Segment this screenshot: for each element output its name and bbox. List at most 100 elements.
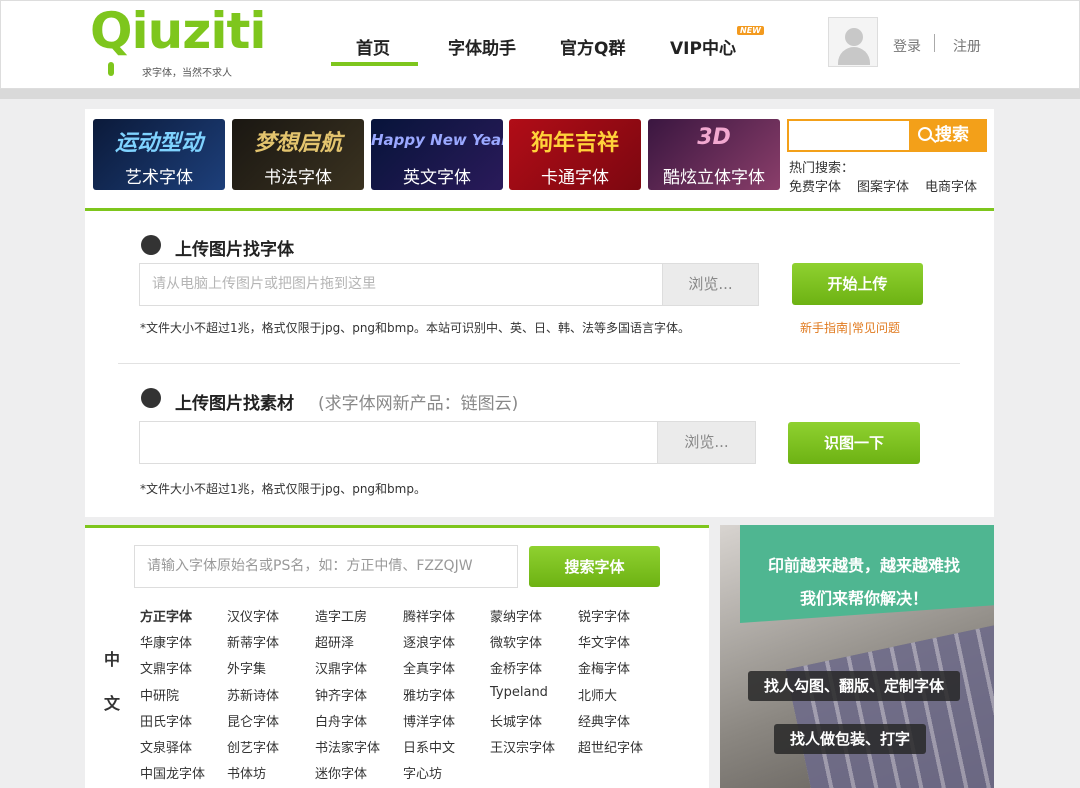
- font-link[interactable]: 书法家字体: [315, 737, 380, 756]
- font-link[interactable]: 汉鼎字体: [315, 658, 367, 677]
- font-link[interactable]: 金桥字体: [490, 658, 542, 677]
- ad-subheadline: 我们来帮你解决！: [800, 589, 929, 608]
- ad-tag: 找人勾图、翻版、定制字体: [748, 671, 961, 701]
- font-link[interactable]: 蒙纳字体: [490, 606, 542, 625]
- font-link[interactable]: 华康字体: [140, 632, 192, 651]
- banner-label: 书法字体: [264, 168, 332, 188]
- site-logo[interactable]: Qiuziti 求字体，当然不求人: [86, 2, 276, 79]
- hot-search-item[interactable]: 电商字体: [925, 176, 977, 195]
- font-link[interactable]: 钟齐字体: [315, 685, 367, 704]
- font-link[interactable]: 腾祥字体: [403, 606, 455, 625]
- upload-material-field[interactable]: [139, 421, 658, 464]
- font-link[interactable]: 中研院: [140, 685, 179, 704]
- font-link[interactable]: 博洋字体: [403, 711, 455, 730]
- banner-label: 卡通字体: [541, 168, 609, 188]
- user-icon: [845, 28, 863, 46]
- search-button-label: 搜索: [935, 125, 969, 145]
- ad-headline: 印前越来越贵，越来越难找: [768, 556, 961, 575]
- banner-label: 艺术字体: [125, 168, 193, 188]
- font-link[interactable]: 迷你字体: [315, 763, 367, 782]
- font-link[interactable]: 经典字体: [578, 711, 630, 730]
- section-accent-line: [85, 208, 994, 211]
- hot-search-item[interactable]: 免费字体: [789, 176, 841, 195]
- ad-tag: 找人做包装、打字: [774, 724, 927, 754]
- font-link[interactable]: 田氏字体: [140, 711, 192, 730]
- help-links[interactable]: 新手指南|常见问题: [800, 319, 900, 336]
- font-link[interactable]: 白舟字体: [315, 711, 367, 730]
- banner-art-fonts[interactable]: 运动型动 艺术字体: [93, 119, 225, 190]
- font-link[interactable]: 中国龙字体: [140, 763, 205, 782]
- ad-background-image: [785, 623, 994, 788]
- font-link[interactable]: 微软字体: [490, 632, 542, 651]
- font-link[interactable]: 超世纪字体: [578, 737, 643, 756]
- banner-art-text: 运动型动: [114, 131, 203, 156]
- banner-label: 酷炫立体字体: [663, 168, 765, 188]
- logo-text: Qiuziti: [90, 2, 267, 60]
- font-link[interactable]: 日系中文: [403, 737, 455, 756]
- nav-home[interactable]: 首页: [356, 34, 390, 59]
- font-link[interactable]: 华文字体: [578, 632, 630, 651]
- font-link[interactable]: 汉仪字体: [227, 606, 279, 625]
- browse-button[interactable]: 浏览...: [657, 421, 756, 464]
- nav-official-qq-group[interactable]: 官方Q群: [560, 34, 625, 59]
- font-link[interactable]: 新蒂字体: [227, 632, 279, 651]
- image-upload-icon: [141, 388, 161, 408]
- nav-font-assistant[interactable]: 字体助手: [448, 34, 516, 59]
- search-icon: [918, 127, 932, 141]
- header-divider: [0, 89, 1080, 99]
- font-link[interactable]: 创艺字体: [227, 737, 279, 756]
- font-link[interactable]: 昆仑字体: [227, 711, 279, 730]
- font-search-input[interactable]: 请输入字体原始名或PS名，如：方正中倩、FZZQJW: [134, 545, 518, 588]
- upload-font-title: 上传图片找字体: [175, 240, 294, 260]
- login-link[interactable]: 登录: [893, 36, 921, 56]
- banner-3d-fonts[interactable]: 3D 酷炫立体字体: [648, 119, 780, 190]
- banner-art-text: 3D: [697, 125, 731, 150]
- identify-image-button[interactable]: 识图一下: [788, 422, 920, 464]
- section-accent-line: [85, 525, 709, 528]
- font-link[interactable]: 长城字体: [490, 711, 542, 730]
- banner-art-text: 梦想启航: [253, 131, 342, 156]
- category-label-zhong: 中: [104, 650, 121, 669]
- font-link[interactable]: 北师大: [578, 685, 617, 704]
- font-link[interactable]: 书体坊: [227, 763, 266, 782]
- hot-search-item[interactable]: 图案字体: [857, 176, 909, 195]
- avatar[interactable]: [828, 17, 878, 67]
- new-badge: NEW: [737, 26, 764, 35]
- font-link[interactable]: 超研泽: [315, 632, 354, 651]
- font-link[interactable]: 文泉驿体: [140, 737, 192, 756]
- upload-font-note: *文件大小不超过1兆，格式仅限于jpg、png和bmp。本站可识别中、英、日、韩…: [140, 321, 690, 335]
- site-search-input[interactable]: [787, 119, 911, 152]
- logo-pin-icon: [108, 62, 114, 76]
- hot-search-label: 热门搜索：: [789, 161, 855, 176]
- font-search-button[interactable]: 搜索字体: [529, 546, 660, 587]
- font-link[interactable]: 字心坊: [403, 763, 442, 782]
- upload-font-field[interactable]: 请从电脑上传图片或把图片拖到这里: [139, 263, 663, 306]
- font-link[interactable]: 锐字字体: [578, 606, 630, 625]
- nav-vip-center[interactable]: VIP中心: [670, 34, 736, 59]
- site-search-button[interactable]: 搜索: [910, 119, 987, 152]
- banner-art-text: 狗年吉祥: [530, 131, 619, 156]
- font-link[interactable]: 逐浪字体: [403, 632, 455, 651]
- register-link[interactable]: 注册: [953, 36, 981, 56]
- font-link[interactable]: 造字工房: [315, 606, 367, 625]
- banner-art-text: Happy New Year: [371, 131, 503, 149]
- upload-material-note: *文件大小不超过1兆，格式仅限于jpg、png和bmp。: [140, 482, 426, 496]
- user-icon-body: [838, 47, 870, 65]
- banner-cartoon-fonts[interactable]: 狗年吉祥 卡通字体: [509, 119, 641, 190]
- start-upload-button[interactable]: 开始上传: [792, 263, 923, 305]
- upload-material-title: 上传图片找素材: [175, 394, 294, 414]
- font-link[interactable]: 雅坊字体: [403, 685, 455, 704]
- font-link[interactable]: 金梅字体: [578, 658, 630, 677]
- banner-calligraphy-fonts[interactable]: 梦想启航 书法字体: [232, 119, 364, 190]
- font-link[interactable]: Typeland: [490, 685, 548, 700]
- font-link[interactable]: 全真字体: [403, 658, 455, 677]
- print-service-ad[interactable]: 印前越来越贵，越来越难找 我们来帮你解决！ 找人勾图、翻版、定制字体 找人做包装…: [720, 525, 994, 788]
- upload-material-subtitle: (求字体网新产品：链图云): [318, 394, 519, 414]
- browse-button[interactable]: 浏览...: [662, 263, 759, 306]
- font-link[interactable]: 文鼎字体: [140, 658, 192, 677]
- font-link[interactable]: 王汉宗字体: [490, 737, 555, 756]
- font-link[interactable]: 苏新诗体: [227, 685, 279, 704]
- font-link[interactable]: 外字集: [227, 658, 266, 677]
- font-link[interactable]: 方正字体: [140, 606, 192, 625]
- banner-english-fonts[interactable]: Happy New Year 英文字体: [371, 119, 503, 190]
